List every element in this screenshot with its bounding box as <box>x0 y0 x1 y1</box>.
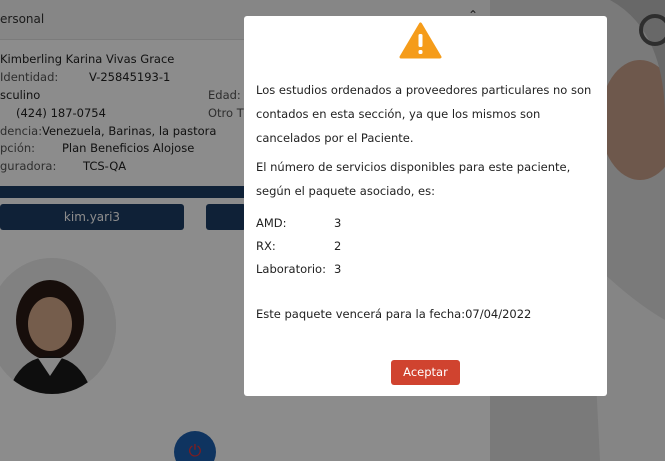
service-row-laboratorio: Laboratorio: 3 <box>256 262 341 276</box>
intro-line: según el paquete asociado, es: <box>256 184 436 198</box>
warning-icon <box>399 22 442 60</box>
notice-paragraph: Los estudios ordenados a proveedores par… <box>256 78 591 150</box>
service-count: 2 <box>334 239 342 253</box>
intro-line: El número de servicios disponibles para … <box>256 160 571 174</box>
service-row-amd: AMD: 3 <box>256 216 341 230</box>
services-intro: El número de servicios disponibles para … <box>256 155 570 203</box>
service-name: AMD: <box>256 216 287 230</box>
notice-line: contados en esta sección, ya que los mis… <box>256 107 541 121</box>
expiry-text: Este paquete vencerá para la fecha:07/04… <box>256 307 532 321</box>
accept-button[interactable]: Aceptar <box>391 360 460 385</box>
service-count: 3 <box>334 262 342 276</box>
service-name: RX: <box>256 239 276 253</box>
service-row-rx: RX: 2 <box>256 239 341 253</box>
notice-line: Los estudios ordenados a proveedores par… <box>256 83 592 97</box>
services-info-modal: Los estudios ordenados a proveedores par… <box>244 16 607 396</box>
service-name: Laboratorio: <box>256 262 326 276</box>
service-count: 3 <box>334 216 342 230</box>
notice-line: cancelados por el Paciente. <box>256 131 414 145</box>
